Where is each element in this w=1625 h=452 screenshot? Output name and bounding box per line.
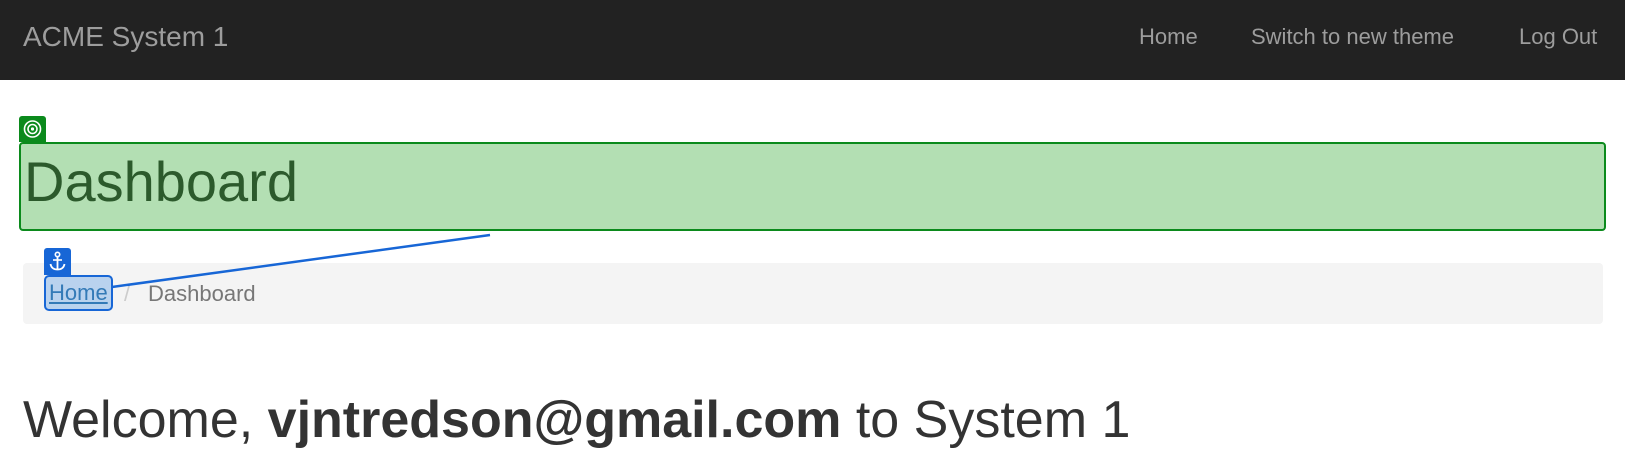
breadcrumb-home-link[interactable]: Home — [44, 275, 113, 311]
welcome-heading: Welcome, vjntredson@gmail.com to System … — [23, 388, 1130, 452]
nav-link-switch-theme[interactable]: Switch to new theme — [1251, 22, 1454, 52]
target-icon — [19, 116, 46, 142]
nav-link-log-out[interactable]: Log Out — [1519, 22, 1597, 52]
brand-title[interactable]: ACME System 1 — [23, 20, 228, 54]
welcome-prefix: Welcome, — [23, 391, 268, 449]
anchor-icon — [44, 248, 71, 275]
nav-link-home[interactable]: Home — [1139, 22, 1198, 52]
top-navbar: ACME System 1 Home Switch to new theme L… — [0, 0, 1625, 80]
welcome-suffix: to System 1 — [841, 391, 1131, 449]
page-header: Dashboard — [19, 142, 1606, 231]
breadcrumb-current: Dashboard — [148, 281, 256, 306]
breadcrumb-separator: / — [124, 281, 131, 306]
breadcrumb: Home / Dashboard — [23, 263, 1603, 324]
page-title: Dashboard — [24, 150, 298, 213]
welcome-user-email: vjntredson@gmail.com — [267, 391, 842, 449]
